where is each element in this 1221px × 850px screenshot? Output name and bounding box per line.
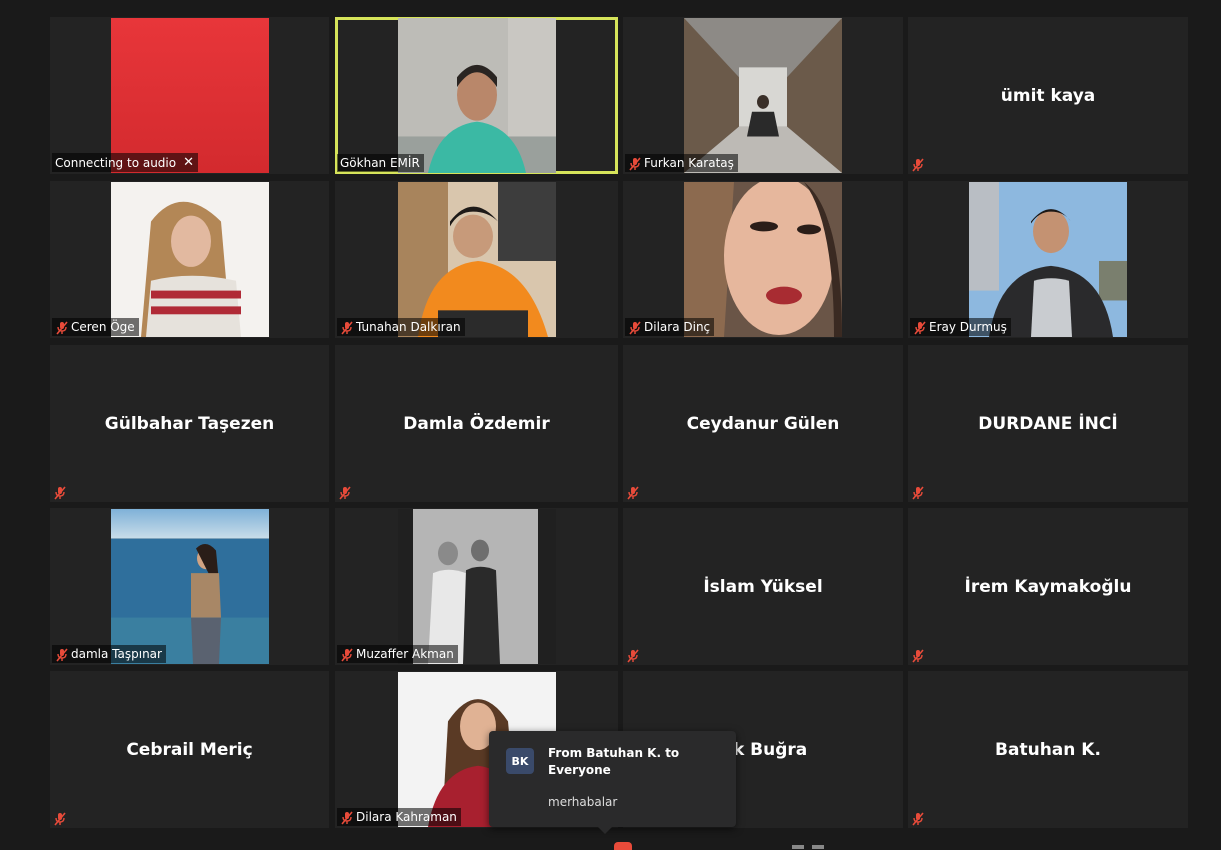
participant-display-name: İrem Kaymakoğlu	[964, 576, 1132, 597]
chat-notification-popup[interactable]: BK From Batuhan K. to Everyone merhabala…	[489, 731, 736, 834]
muted-mic-icon	[340, 648, 353, 662]
participant-display-name: DURDANE İNCİ	[978, 413, 1118, 434]
participant-tile[interactable]: Gülbahar Taşezen	[50, 345, 329, 502]
meeting-gallery: Connecting to audio ✕ Gökhan EMİR Furkan Ka…	[6, 0, 1219, 848]
muted-mic-icon	[911, 157, 925, 172]
chat-sender-line: From Batuhan K. to Everyone	[548, 746, 680, 777]
participant-name-text: Connecting to audio	[55, 155, 177, 170]
muted-mic-icon	[55, 648, 68, 662]
participant-tile[interactable]: Tunahan Dalkıran	[335, 181, 618, 338]
muted-mic-icon	[626, 648, 640, 663]
close-icon[interactable]: ✕	[183, 155, 194, 170]
participant-name-label: Tunahan Dalkıran	[337, 318, 465, 336]
participant-name-text: Muzaffer Akman	[356, 647, 454, 661]
participant-name-text: damla Taşpınar	[71, 647, 162, 661]
participant-display-name: Cebrail Meriç	[126, 739, 253, 760]
participant-video	[110, 182, 269, 337]
participant-video	[110, 509, 269, 664]
participant-display-name: Damla Özdemir	[403, 413, 550, 434]
participant-display-name: Batuhan K.	[995, 739, 1101, 760]
participant-video	[684, 18, 842, 173]
participant-name-label: Gökhan EMİR	[337, 154, 424, 172]
participant-tile[interactable]: Eray Durmuş	[908, 181, 1188, 338]
chat-message-text: merhabalar	[548, 795, 618, 809]
muted-mic-icon	[53, 485, 67, 500]
participant-tile[interactable]: Damla Özdemir	[335, 345, 618, 502]
participant-name-label: Dilara Dinç	[625, 318, 715, 336]
sender-avatar: BK	[506, 748, 534, 774]
participant-tile[interactable]: Ceydanur Gülen	[623, 345, 903, 502]
participant-name-label: damla Taşpınar	[52, 645, 166, 663]
participant-name-text: Eray Durmuş	[929, 320, 1007, 334]
participant-display-name: ümit kaya	[1000, 85, 1096, 106]
participant-tile[interactable]: Ceren Öge	[50, 181, 329, 338]
muted-mic-icon	[340, 811, 353, 825]
participant-video	[684, 182, 842, 337]
muted-mic-icon	[340, 321, 353, 335]
participant-name-label: Connecting to audio ✕	[52, 153, 199, 172]
participant-display-name: İslam Yüksel	[703, 576, 823, 597]
muted-mic-icon	[628, 157, 641, 171]
participant-tile[interactable]: damla Taşpınar	[50, 508, 329, 665]
participant-name-label: Ceren Öge	[52, 318, 139, 336]
participant-name-label: Furkan Karataş	[625, 154, 738, 172]
participant-video	[110, 18, 269, 173]
popup-tail	[597, 826, 613, 834]
participant-tile[interactable]: İslam Yüksel	[623, 508, 903, 665]
participant-tile[interactable]: Furkan Karataş	[623, 17, 903, 174]
chat-button-indicator[interactable]	[614, 842, 632, 850]
participant-video	[969, 182, 1127, 337]
participant-name-label: Eray Durmuş	[910, 318, 1011, 336]
muted-mic-icon	[911, 811, 925, 826]
participant-video	[397, 18, 556, 173]
participant-display-name: Ceydanur Gülen	[686, 413, 840, 434]
participant-tile[interactable]: Muzaffer Akman	[335, 508, 618, 665]
participant-tile[interactable]: DURDANE İNCİ	[908, 345, 1188, 502]
muted-mic-icon	[626, 485, 640, 500]
muted-mic-icon	[913, 321, 926, 335]
muted-mic-icon	[628, 321, 641, 335]
participant-tile[interactable]: ümit kaya	[908, 17, 1188, 174]
muted-mic-icon	[338, 485, 352, 500]
participant-tile[interactable]: Gökhan EMİR	[335, 17, 618, 174]
toolbar-icon-edge[interactable]	[812, 845, 824, 849]
participant-tile[interactable]: Dilara Dinç	[623, 181, 903, 338]
participant-video	[397, 509, 556, 664]
participant-name-text: Dilara Kahraman	[356, 810, 457, 824]
participant-name-text: Ceren Öge	[71, 320, 135, 334]
participant-tile[interactable]: Connecting to audio ✕	[50, 17, 329, 174]
participant-name-text: Dilara Dinç	[644, 320, 711, 334]
participant-tile[interactable]: İrem Kaymakoğlu	[908, 508, 1188, 665]
participant-name-label: Dilara Kahraman	[337, 808, 461, 826]
participant-name-text: Furkan Karataş	[644, 156, 734, 170]
participant-tile[interactable]: Batuhan K.	[908, 671, 1188, 828]
participant-name-text: Gökhan EMİR	[340, 156, 420, 170]
participant-tile[interactable]: Cebrail Meriç	[50, 671, 329, 828]
muted-mic-icon	[911, 485, 925, 500]
toolbar-icon-edge[interactable]	[792, 845, 804, 849]
participant-name-text: Tunahan Dalkıran	[356, 320, 461, 334]
muted-mic-icon	[53, 811, 67, 826]
muted-mic-icon	[55, 321, 68, 335]
muted-mic-icon	[911, 648, 925, 663]
participant-video	[397, 182, 556, 337]
participant-display-name: Gülbahar Taşezen	[104, 413, 275, 434]
participant-name-label: Muzaffer Akman	[337, 645, 458, 663]
